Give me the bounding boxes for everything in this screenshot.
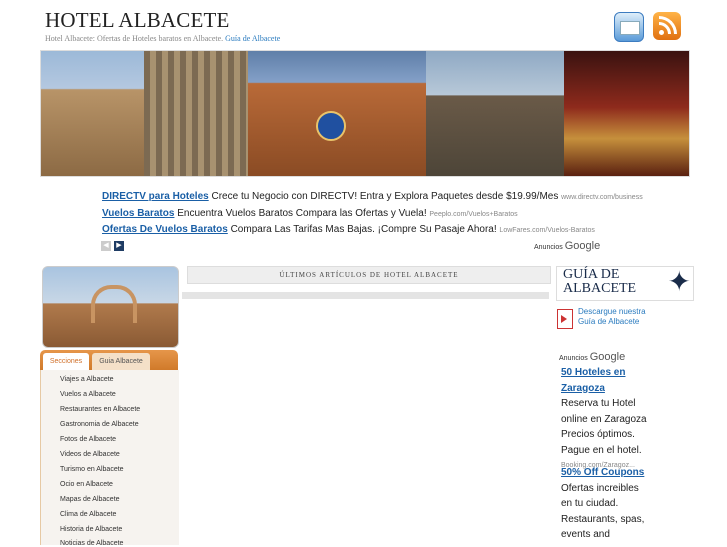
site-subtitle: Hotel Albacete: Ofertas de Hoteles barat… [45,34,280,43]
compass-star-icon: ✦ [667,266,691,297]
albacete-gate-photo [42,266,179,348]
pdf-download-icon[interactable] [557,309,573,329]
ad-url[interactable]: Peeplo.com/Vuelos+Baratos [429,211,517,218]
guide-title-line2: ALBACETE [563,281,637,296]
ads-by-google-label[interactable]: Anuncios Google [559,351,625,363]
ads-by-google-label[interactable]: Anuncios Google [534,240,600,252]
sidebar-item[interactable]: Restaurantes en Albacete [60,406,140,413]
ads-label-prefix: Anuncios [534,244,563,251]
latest-articles-heading: ÚLTIMOS ARTÍCULOS DE HOTEL ALBACETE [187,266,551,284]
ad-text: Reserva tu Hotel online en Zaragoza Prec… [561,398,647,456]
ad-row[interactable]: DIRECTV para Hoteles Crece tu Negocio co… [102,191,643,208]
ad-pager: ◀ ▶ [101,241,124,251]
tab-guia-albacete[interactable]: Guia Albacete [92,353,150,370]
guide-banner[interactable]: GUÍA DE ALBACETE ✦ [556,266,694,301]
ad-row[interactable]: Ofertas De Vuelos Baratos Compara Las Ta… [102,224,643,241]
sidebar-tabs: Secciones Guia Albacete [40,350,178,370]
villa-photo [426,51,564,176]
cathedral-photo [41,51,144,176]
ad-headline[interactable]: 50 Hoteles en Zaragoza [561,365,651,396]
ad-text: Encuentra Vuelos Baratos Compara las Ofe… [177,207,427,219]
gate-arch [91,285,137,323]
ad-text: Compara Las Tarifas Mas Bajas. ¡Compre S… [230,224,497,235]
sidebar-item[interactable]: Viajes a Albacete [60,376,114,383]
sidebar-item[interactable]: Ocio en Albacete [60,481,113,488]
sidebar-item[interactable]: Noticias de Albacete [60,540,123,547]
site-title[interactable]: HOTEL ALBACETE [45,8,230,33]
ad-headline[interactable]: Vuelos Baratos [102,208,174,219]
sidebar-item[interactable]: Videos de Albacete [60,451,120,458]
sidebar-item[interactable]: Gastronomia de Albacete [60,421,139,428]
ad-text: Ofertas increibles en tu ciudad. Restaur… [561,482,645,541]
ad-headline[interactable]: DIRECTV para Hoteles [102,191,209,202]
theatre-photo [564,51,689,176]
ad-text: Crece tu Negocio con DIRECTV! Entra y Ex… [211,191,559,202]
sidebar-ad[interactable]: 50 Hoteles en Zaragoza Reserva tu Hotel … [561,365,651,474]
header-banner [40,50,690,177]
ad-headline[interactable]: 50% Off Coupons [561,465,651,481]
rss-arc-outer [659,16,677,34]
content-divider [182,292,549,299]
clock-building-photo [248,51,426,176]
prev-arrow-icon[interactable]: ◀ [101,241,111,251]
ads-label-brand: Google [564,240,601,252]
sidebar-item[interactable]: Clima de Albacete [60,511,116,518]
download-line1: Descargue nuestra [578,307,646,316]
guide-title: GUÍA DE ALBACETE [563,268,636,296]
sidebar-item[interactable]: Historia de Albacete [60,526,122,533]
download-guide-link[interactable]: Descargue nuestra Guía de Albacete [578,307,646,327]
clock-icon [316,111,346,141]
mail-icon[interactable] [614,12,644,42]
sidebar-item[interactable]: Vuelos a Albacete [60,391,116,398]
guide-link[interactable]: Guía de Albacete [225,34,280,43]
rss-icon[interactable] [653,12,681,40]
arcade-photo [144,51,248,176]
sidebar-list: Viajes a Albacete Vuelos a Albacete Rest… [40,370,179,547]
ad-url[interactable]: www.directv.com/business [561,194,643,201]
tab-secciones[interactable]: Secciones [43,353,89,370]
sidebar-item[interactable]: Fotos de Albacete [60,436,116,443]
ad-headline[interactable]: Ofertas De Vuelos Baratos [102,224,228,235]
ad-row[interactable]: Vuelos Baratos Encuentra Vuelos Baratos … [102,208,643,225]
next-arrow-icon[interactable]: ▶ [114,241,124,251]
download-line2: Guía de Albacete [578,317,640,326]
ads-label-prefix: Anuncios [559,355,588,362]
subtitle-text: Hotel Albacete: Ofertas de Hoteles barat… [45,34,224,43]
sidebar-ad[interactable]: 50% Off Coupons Ofertas increibles en tu… [561,465,651,543]
sidebar-item[interactable]: Turismo en Albacete [60,466,124,473]
sidebar-item[interactable]: Mapas de Albacete [60,496,120,503]
guide-title-line1: GUÍA DE [563,267,620,282]
top-ad-list: DIRECTV para Hoteles Crece tu Negocio co… [102,191,643,241]
ads-label-brand: Google [589,351,626,363]
ad-url[interactable]: LowFares.com/Vuelos-Baratos [499,227,594,234]
